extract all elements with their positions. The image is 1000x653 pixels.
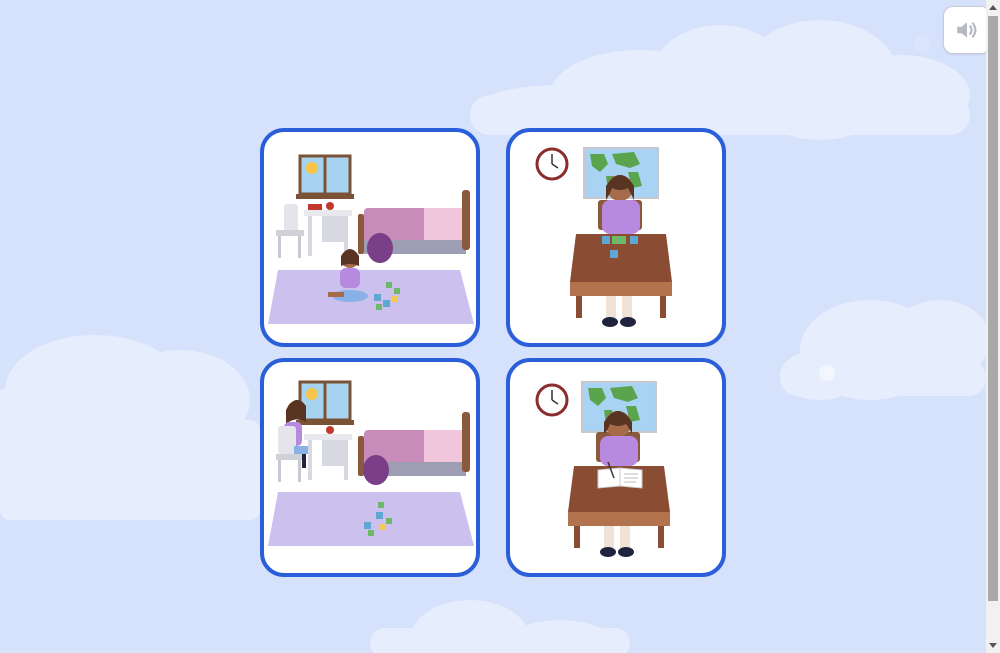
card-bedroom-puzzle[interactable] bbox=[260, 128, 480, 347]
bedroom-girl-at-desk-scene bbox=[268, 380, 474, 546]
scroll-up-arrow-icon[interactable] bbox=[989, 5, 997, 10]
classroom-girl-doing-puzzle-scene bbox=[535, 147, 672, 327]
classroom-girl-writing-scene bbox=[535, 381, 670, 557]
sound-button[interactable] bbox=[943, 6, 991, 54]
scroll-thumb[interactable] bbox=[988, 16, 998, 601]
scroll-down-arrow-icon[interactable] bbox=[989, 643, 997, 648]
background-clouds bbox=[0, 20, 986, 653]
vertical-scrollbar[interactable] bbox=[986, 0, 1000, 653]
card-classroom-writing[interactable] bbox=[506, 358, 726, 577]
bedroom-girl-playing-puzzle-scene bbox=[268, 154, 474, 324]
speaker-icon bbox=[957, 22, 977, 38]
card-classroom-puzzle[interactable] bbox=[506, 128, 726, 347]
card-bedroom-drawing[interactable] bbox=[260, 358, 480, 577]
